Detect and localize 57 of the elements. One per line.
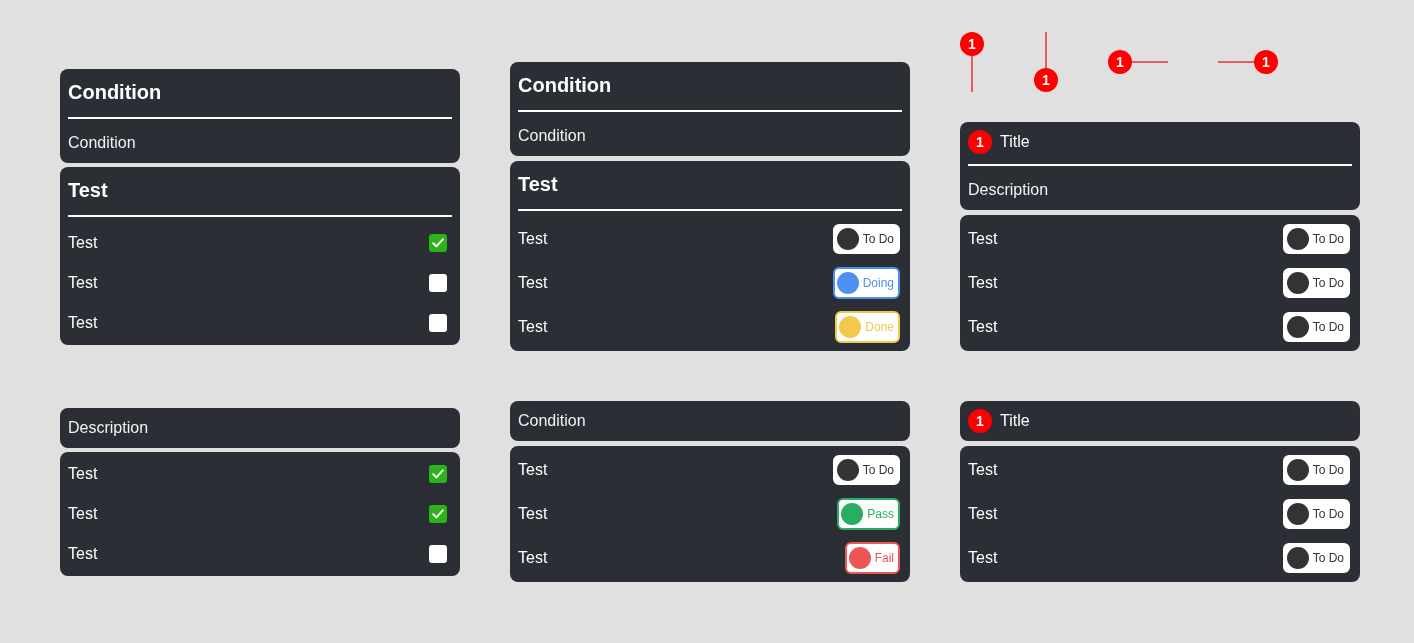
checkbox[interactable] (429, 274, 447, 292)
number-badge: 1 (1108, 50, 1132, 74)
status-chip[interactable]: To Do (1282, 543, 1350, 573)
leader-line (1218, 61, 1254, 63)
item-label: Test (518, 273, 548, 293)
card-title: Condition (68, 80, 163, 105)
leader-line (971, 56, 973, 92)
card-description: Description (68, 418, 150, 438)
status-chip[interactable]: To Do (1282, 499, 1350, 529)
card-description: Description (968, 180, 1050, 200)
item-label: Test (968, 548, 998, 568)
status-chip[interactable]: To Do (1282, 224, 1350, 254)
card-title: Test (68, 178, 109, 203)
checkmark-icon (432, 509, 444, 519)
checkmark-icon (432, 469, 444, 479)
card-description: Condition (518, 126, 587, 146)
checkbox[interactable] (429, 234, 447, 252)
card-title: Title (1000, 411, 1030, 431)
card-description: Condition (518, 411, 587, 431)
card-title: Title (1000, 132, 1030, 152)
card-description: Condition (68, 133, 137, 153)
item-label: Test (68, 273, 98, 293)
item-label: Test (518, 229, 548, 249)
leader-line (1045, 32, 1047, 68)
item-label: Test (968, 460, 998, 480)
number-badge: 1 (1034, 68, 1058, 92)
item-label: Test (68, 544, 98, 564)
status-chip[interactable]: To Do (832, 455, 900, 485)
checkmark-icon (432, 238, 444, 248)
item-label: Test (518, 504, 548, 524)
item-label: Test (518, 548, 548, 568)
card-title: Test (518, 172, 559, 197)
item-label: Test (968, 229, 998, 249)
item-label: Test (968, 504, 998, 524)
item-label: Test (68, 233, 98, 253)
item-label: Test (518, 317, 548, 337)
item-label: Test (968, 273, 998, 293)
status-chip[interactable]: To Do (1282, 312, 1350, 342)
status-chip[interactable]: To Do (832, 224, 900, 254)
item-label: Test (68, 313, 98, 333)
item-label: Test (68, 504, 98, 524)
number-badge: 1 (968, 130, 992, 154)
status-chip[interactable]: To Do (1282, 268, 1350, 298)
number-badge: 1 (968, 409, 992, 433)
checkbox[interactable] (429, 465, 447, 483)
number-badge: 1 (1254, 50, 1278, 74)
status-chip[interactable]: Fail (844, 542, 900, 574)
number-badge: 1 (960, 32, 984, 56)
item-label: Test (518, 460, 548, 480)
card-title: Condition (518, 73, 613, 98)
item-label: Test (968, 317, 998, 337)
status-chip[interactable]: To Do (1282, 455, 1350, 485)
checkbox[interactable] (429, 545, 447, 563)
checkbox[interactable] (429, 505, 447, 523)
checkbox[interactable] (429, 314, 447, 332)
item-label: Test (68, 464, 98, 484)
leader-line (1132, 61, 1168, 63)
